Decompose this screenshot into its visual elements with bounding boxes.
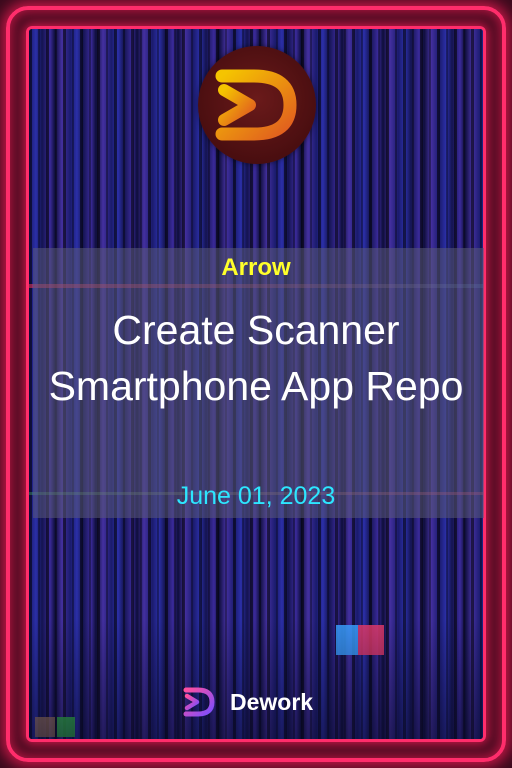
brand-footer: Dework bbox=[180, 682, 313, 722]
brand-name: Dework bbox=[230, 688, 314, 715]
dework-logo-icon bbox=[215, 69, 297, 141]
org-logo bbox=[198, 46, 316, 164]
task-title: Create Scanner Smartphone App Repo bbox=[48, 307, 464, 409]
task-card: Arrow Create Scanner Smartphone App Repo… bbox=[0, 0, 512, 768]
org-name: Arrow bbox=[221, 254, 291, 281]
task-date: June 01, 2023 bbox=[176, 482, 336, 510]
dework-logo-icon bbox=[183, 687, 215, 717]
